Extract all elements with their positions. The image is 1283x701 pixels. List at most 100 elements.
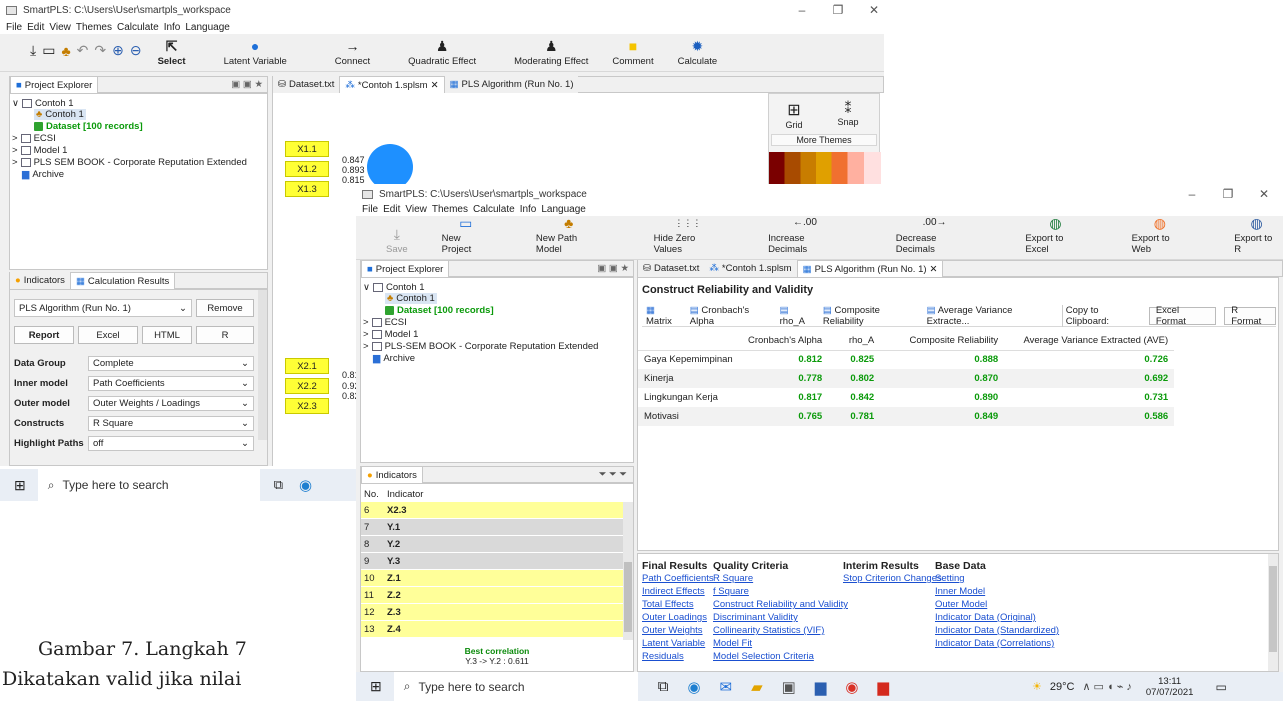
tab-close-icon[interactable]: ✕ [930, 264, 938, 275]
remove-button[interactable]: Remove [196, 299, 254, 317]
grid-toggle[interactable]: ⊞ Grid [779, 100, 809, 130]
menu-calculate[interactable]: Calculate [473, 204, 515, 215]
smartpls-taskbar-icon[interactable]: ▣ [782, 678, 796, 696]
report-button[interactable]: Report [14, 326, 74, 344]
moderating-effect-tool[interactable]: ♟ Moderating Effect [510, 38, 592, 71]
report-link[interactable]: Indicator Data (Standardized) [935, 624, 1059, 637]
task-view-icon[interactable]: ⧉ [274, 477, 283, 493]
report-link[interactable]: Stop Criterion Changes [843, 572, 942, 585]
run-select[interactable]: PLS Algorithm (Run No. 1) ⌄ [14, 299, 192, 317]
save-icon[interactable]: ⤓ [30, 42, 36, 59]
indicators-scrollbar[interactable] [623, 502, 633, 640]
report-link[interactable]: Collinearity Statistics (VIF) [713, 624, 848, 637]
menu-file[interactable]: File [6, 22, 22, 33]
tree-contoh1-model[interactable]: ♣ Contoh 1 [385, 293, 437, 304]
export-excel-button[interactable]: ◍ Export to Excel [1021, 215, 1089, 259]
tree-dataset[interactable]: Dataset [100 records] [34, 121, 143, 132]
report-link[interactable]: Total Effects [642, 598, 714, 611]
indicator-row[interactable]: 9 Y.3 [361, 553, 623, 569]
windows-start-icon[interactable]: ⊞ [14, 477, 26, 494]
save-button[interactable]: ⤓ Save [382, 226, 412, 259]
subtab-ave[interactable]: ▤ Average Variance Extracte... [927, 305, 1052, 327]
undo-icon[interactable]: ↶ [77, 42, 89, 59]
new-path-model-button[interactable]: ♣ New Path Model [532, 215, 606, 259]
table-row[interactable]: Lingkungan Kerja 0.817 0.842 0.890 0.731 [638, 388, 1174, 407]
tree-dataset[interactable]: Dataset [100 records] [385, 305, 494, 316]
html-button[interactable]: HTML [142, 326, 192, 344]
edge-icon[interactable]: ◉ [299, 476, 312, 494]
indicator-row[interactable]: 6 X2.3 [361, 502, 623, 518]
menu-calculate[interactable]: Calculate [117, 22, 159, 33]
connect-tool[interactable]: → Connect [331, 38, 374, 71]
front-taskbar-search[interactable]: ⌕ Type here to search [393, 672, 638, 701]
close-icon[interactable]: ✕ [856, 0, 884, 20]
filter-icons[interactable]: ⏷ ⏷ ⏷ [599, 469, 627, 480]
tab-indicators[interactable]: ● Indicators [361, 466, 423, 483]
report-link[interactable]: Indirect Effects [642, 585, 714, 598]
report-link[interactable]: Model Fit [713, 637, 848, 650]
highlight-paths-select[interactable]: off ⌄ [88, 435, 254, 451]
indicator-row[interactable]: 10 Z.1 [361, 570, 623, 586]
indicator-row[interactable]: 12 Z.3 [361, 604, 623, 620]
tree-ecsi[interactable]: > ECSI [12, 133, 56, 144]
tab-contoh-model[interactable]: ⁂ *Contoh 1.splsm ✕ [339, 76, 445, 93]
indicator-row[interactable]: 13 Z.4 [361, 621, 623, 637]
tab-calculation-results[interactable]: ▦ Calculation Results [69, 272, 176, 289]
menu-view[interactable]: View [405, 204, 427, 215]
indicator-row[interactable]: 11 Z.2 [361, 587, 623, 603]
vertical-scrollbar[interactable] [258, 290, 267, 440]
panel-view-icons[interactable]: ▣ ▣ ★ [231, 79, 263, 90]
tree-ecsi[interactable]: > ECSI [363, 317, 407, 328]
inner-model-select[interactable]: Path Coefficients ⌄ [88, 375, 254, 391]
excel-button[interactable]: Excel [78, 326, 138, 344]
table-row[interactable]: Kinerja 0.778 0.802 0.870 0.692 [638, 369, 1175, 388]
mail-icon[interactable]: ✉ [720, 678, 733, 696]
report-link[interactable]: Indicator Data (Correlations) [935, 637, 1059, 650]
menu-edit[interactable]: Edit [27, 22, 44, 33]
edge-icon[interactable]: ◉ [687, 678, 700, 696]
back-taskbar-search[interactable]: ⌕ Type here to search [37, 469, 260, 501]
file-explorer-icon[interactable]: ▰ [751, 678, 763, 696]
comment-tool[interactable]: ■ Comment [608, 38, 657, 71]
zoom-out-icon[interactable]: ⊖ [130, 42, 142, 59]
tree-model1[interactable]: > Model 1 [12, 145, 67, 156]
indicator-row[interactable]: 8 Y.2 [361, 536, 623, 552]
report-link[interactable]: f Square [713, 585, 848, 598]
subtab-composite-reliability[interactable]: ▤ Composite Reliability [823, 305, 919, 327]
tab-indicators[interactable]: ● Indicators [10, 272, 70, 289]
report-link[interactable]: Construct Reliability and Validity [713, 598, 848, 611]
pdf-icon[interactable]: ▆ [878, 678, 890, 696]
menu-themes[interactable]: Themes [76, 22, 112, 33]
export-r-button[interactable]: ◍ Export to R [1230, 215, 1283, 259]
zoom-in-icon[interactable]: ⊕ [112, 42, 124, 59]
task-view-icon[interactable]: ⧉ [658, 678, 669, 695]
restore-icon[interactable]: ❐ [820, 0, 856, 20]
tab-project-explorer[interactable]: ■ Project Explorer [361, 260, 450, 277]
excel-format-button[interactable]: Excel Format [1148, 305, 1217, 327]
tree-archive[interactable]: ▆ Archive [373, 353, 415, 364]
report-link[interactable]: R Square [713, 572, 848, 585]
report-link[interactable]: Residuals [642, 650, 714, 663]
menu-language[interactable]: Language [541, 204, 586, 215]
snap-toggle[interactable]: ⁑ Snap [833, 100, 863, 127]
weather-temp[interactable]: 29°C [1050, 681, 1075, 693]
report-link[interactable]: Indicator Data (Original) [935, 611, 1059, 624]
subtab-rho-a[interactable]: ▤ rho_A [780, 305, 815, 327]
export-web-button[interactable]: ◍ Export to Web [1128, 215, 1193, 259]
indicator-row[interactable]: 7 Y.1 [361, 519, 623, 535]
tree-plssem[interactable]: > PLS-SEM BOOK - Corporate Reputation Ex… [363, 341, 598, 352]
chrome-icon[interactable]: ◉ [845, 678, 858, 696]
report-link[interactable]: Discriminant Validity [713, 611, 848, 624]
scroll-thumb[interactable] [624, 562, 632, 632]
restore-icon[interactable]: ❐ [1210, 184, 1246, 204]
indicator-x1-1[interactable]: X1.1 [285, 141, 329, 157]
subtab-cronbach[interactable]: ▤ Cronbach's Alpha [690, 305, 772, 327]
constructs-select[interactable]: R Square ⌄ [88, 415, 254, 431]
tab-pls-algorithm[interactable]: ▦ PLS Algorithm (Run No. 1) [444, 76, 579, 93]
r-button[interactable]: R [196, 326, 254, 344]
notification-icon[interactable]: ▭ [1215, 680, 1226, 694]
table-row[interactable]: Gaya Kepemimpinan 0.812 0.825 0.888 0.72… [638, 350, 1174, 369]
panel-view-icons[interactable]: ▣ ▣ ★ [597, 263, 629, 274]
menu-view[interactable]: View [49, 22, 71, 33]
more-themes-button[interactable]: More Themes [771, 134, 877, 146]
